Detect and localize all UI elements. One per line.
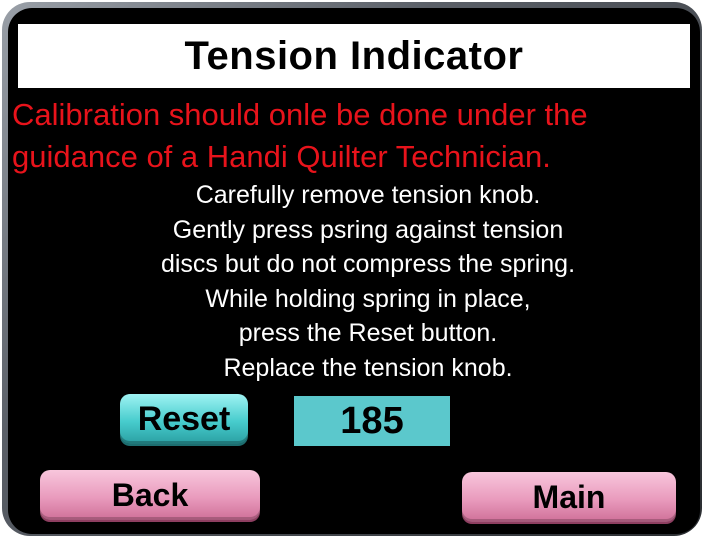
main-button[interactable]: Main xyxy=(462,472,676,522)
touch-screen: Tension Indicator Calibration should onl… xyxy=(8,8,700,534)
reset-button[interactable]: Reset xyxy=(120,394,248,444)
back-button[interactable]: Back xyxy=(40,470,260,520)
instruction-line-5: press the Reset button. xyxy=(238,319,498,347)
reset-button-label: Reset xyxy=(137,399,231,438)
calibration-instructions: Carefully remove tension knob. Gently pr… xyxy=(68,178,668,385)
warning-line-1: Calibration should onle be done under th… xyxy=(12,97,588,132)
page-title-text: Tension Indicator xyxy=(184,33,524,78)
back-button-label: Back xyxy=(111,476,189,513)
warning-line-2: guidance of a Handi Quilter Technician. xyxy=(12,139,551,174)
page-title: Tension Indicator xyxy=(18,24,690,88)
instruction-line-1: Carefully remove tension knob. xyxy=(195,181,541,209)
instruction-line-3: discs but do not compress the spring. xyxy=(160,250,576,278)
device-bezel: Tension Indicator Calibration should onl… xyxy=(2,2,702,536)
instruction-line-6: Replace the tension knob. xyxy=(223,353,513,382)
instruction-line-4: While holding spring in place, xyxy=(205,284,531,313)
tension-value: 185 xyxy=(340,399,404,442)
calibration-warning: Calibration should onle be done under th… xyxy=(12,94,700,178)
instruction-line-2: Gently press psring against tension xyxy=(172,215,564,244)
main-button-label: Main xyxy=(532,478,606,515)
tension-value-display: 185 xyxy=(294,396,450,446)
